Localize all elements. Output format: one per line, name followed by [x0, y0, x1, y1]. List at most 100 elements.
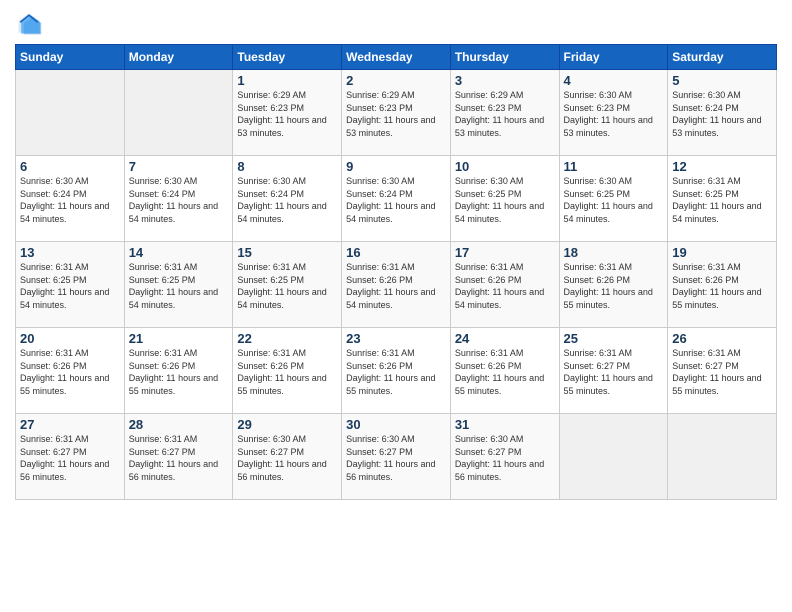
day-number: 3 — [455, 73, 555, 88]
day-cell: 6Sunrise: 6:30 AM Sunset: 6:24 PM Daylig… — [16, 156, 125, 242]
day-number: 12 — [672, 159, 772, 174]
day-info: Sunrise: 6:30 AM Sunset: 6:24 PM Dayligh… — [346, 175, 446, 225]
day-number: 30 — [346, 417, 446, 432]
day-info: Sunrise: 6:31 AM Sunset: 6:26 PM Dayligh… — [564, 261, 664, 311]
day-cell: 29Sunrise: 6:30 AM Sunset: 6:27 PM Dayli… — [233, 414, 342, 500]
week-row-4: 20Sunrise: 6:31 AM Sunset: 6:26 PM Dayli… — [16, 328, 777, 414]
day-info: Sunrise: 6:30 AM Sunset: 6:27 PM Dayligh… — [237, 433, 337, 483]
day-info: Sunrise: 6:31 AM Sunset: 6:26 PM Dayligh… — [346, 347, 446, 397]
day-info: Sunrise: 6:31 AM Sunset: 6:26 PM Dayligh… — [346, 261, 446, 311]
day-cell: 23Sunrise: 6:31 AM Sunset: 6:26 PM Dayli… — [342, 328, 451, 414]
day-number: 23 — [346, 331, 446, 346]
day-info: Sunrise: 6:30 AM Sunset: 6:27 PM Dayligh… — [346, 433, 446, 483]
day-info: Sunrise: 6:30 AM Sunset: 6:27 PM Dayligh… — [455, 433, 555, 483]
day-number: 6 — [20, 159, 120, 174]
day-info: Sunrise: 6:31 AM Sunset: 6:27 PM Dayligh… — [564, 347, 664, 397]
day-info: Sunrise: 6:31 AM Sunset: 6:27 PM Dayligh… — [20, 433, 120, 483]
week-row-2: 6Sunrise: 6:30 AM Sunset: 6:24 PM Daylig… — [16, 156, 777, 242]
col-header-tuesday: Tuesday — [233, 45, 342, 70]
day-cell: 28Sunrise: 6:31 AM Sunset: 6:27 PM Dayli… — [124, 414, 233, 500]
week-row-5: 27Sunrise: 6:31 AM Sunset: 6:27 PM Dayli… — [16, 414, 777, 500]
day-cell: 1Sunrise: 6:29 AM Sunset: 6:23 PM Daylig… — [233, 70, 342, 156]
day-number: 1 — [237, 73, 337, 88]
day-cell: 27Sunrise: 6:31 AM Sunset: 6:27 PM Dayli… — [16, 414, 125, 500]
day-cell: 8Sunrise: 6:30 AM Sunset: 6:24 PM Daylig… — [233, 156, 342, 242]
week-row-3: 13Sunrise: 6:31 AM Sunset: 6:25 PM Dayli… — [16, 242, 777, 328]
day-cell: 7Sunrise: 6:30 AM Sunset: 6:24 PM Daylig… — [124, 156, 233, 242]
day-number: 16 — [346, 245, 446, 260]
logo — [15, 10, 47, 38]
day-number: 29 — [237, 417, 337, 432]
day-info: Sunrise: 6:31 AM Sunset: 6:26 PM Dayligh… — [455, 347, 555, 397]
day-info: Sunrise: 6:31 AM Sunset: 6:27 PM Dayligh… — [129, 433, 229, 483]
day-cell: 15Sunrise: 6:31 AM Sunset: 6:25 PM Dayli… — [233, 242, 342, 328]
col-header-friday: Friday — [559, 45, 668, 70]
day-number: 24 — [455, 331, 555, 346]
col-header-sunday: Sunday — [16, 45, 125, 70]
day-cell: 22Sunrise: 6:31 AM Sunset: 6:26 PM Dayli… — [233, 328, 342, 414]
day-number: 31 — [455, 417, 555, 432]
header-row: SundayMondayTuesdayWednesdayThursdayFrid… — [16, 45, 777, 70]
day-cell: 31Sunrise: 6:30 AM Sunset: 6:27 PM Dayli… — [450, 414, 559, 500]
day-cell: 12Sunrise: 6:31 AM Sunset: 6:25 PM Dayli… — [668, 156, 777, 242]
day-info: Sunrise: 6:29 AM Sunset: 6:23 PM Dayligh… — [455, 89, 555, 139]
day-cell: 26Sunrise: 6:31 AM Sunset: 6:27 PM Dayli… — [668, 328, 777, 414]
day-info: Sunrise: 6:29 AM Sunset: 6:23 PM Dayligh… — [237, 89, 337, 139]
day-cell — [16, 70, 125, 156]
day-number: 18 — [564, 245, 664, 260]
day-cell: 17Sunrise: 6:31 AM Sunset: 6:26 PM Dayli… — [450, 242, 559, 328]
day-number: 22 — [237, 331, 337, 346]
day-info: Sunrise: 6:31 AM Sunset: 6:26 PM Dayligh… — [672, 261, 772, 311]
day-number: 8 — [237, 159, 337, 174]
day-cell: 16Sunrise: 6:31 AM Sunset: 6:26 PM Dayli… — [342, 242, 451, 328]
day-info: Sunrise: 6:30 AM Sunset: 6:24 PM Dayligh… — [672, 89, 772, 139]
day-number: 11 — [564, 159, 664, 174]
day-number: 9 — [346, 159, 446, 174]
col-header-thursday: Thursday — [450, 45, 559, 70]
day-number: 19 — [672, 245, 772, 260]
day-cell: 25Sunrise: 6:31 AM Sunset: 6:27 PM Dayli… — [559, 328, 668, 414]
day-info: Sunrise: 6:31 AM Sunset: 6:26 PM Dayligh… — [455, 261, 555, 311]
day-number: 7 — [129, 159, 229, 174]
day-cell: 4Sunrise: 6:30 AM Sunset: 6:23 PM Daylig… — [559, 70, 668, 156]
header — [15, 10, 777, 38]
day-cell: 20Sunrise: 6:31 AM Sunset: 6:26 PM Dayli… — [16, 328, 125, 414]
day-info: Sunrise: 6:31 AM Sunset: 6:26 PM Dayligh… — [237, 347, 337, 397]
day-info: Sunrise: 6:29 AM Sunset: 6:23 PM Dayligh… — [346, 89, 446, 139]
day-cell: 19Sunrise: 6:31 AM Sunset: 6:26 PM Dayli… — [668, 242, 777, 328]
day-cell: 24Sunrise: 6:31 AM Sunset: 6:26 PM Dayli… — [450, 328, 559, 414]
day-info: Sunrise: 6:30 AM Sunset: 6:24 PM Dayligh… — [20, 175, 120, 225]
calendar-table: SundayMondayTuesdayWednesdayThursdayFrid… — [15, 44, 777, 500]
col-header-monday: Monday — [124, 45, 233, 70]
day-number: 15 — [237, 245, 337, 260]
day-info: Sunrise: 6:31 AM Sunset: 6:26 PM Dayligh… — [129, 347, 229, 397]
day-number: 20 — [20, 331, 120, 346]
day-number: 4 — [564, 73, 664, 88]
day-number: 2 — [346, 73, 446, 88]
day-number: 26 — [672, 331, 772, 346]
day-cell: 3Sunrise: 6:29 AM Sunset: 6:23 PM Daylig… — [450, 70, 559, 156]
day-cell: 5Sunrise: 6:30 AM Sunset: 6:24 PM Daylig… — [668, 70, 777, 156]
day-cell: 14Sunrise: 6:31 AM Sunset: 6:25 PM Dayli… — [124, 242, 233, 328]
day-info: Sunrise: 6:30 AM Sunset: 6:24 PM Dayligh… — [129, 175, 229, 225]
day-cell: 9Sunrise: 6:30 AM Sunset: 6:24 PM Daylig… — [342, 156, 451, 242]
day-cell: 30Sunrise: 6:30 AM Sunset: 6:27 PM Dayli… — [342, 414, 451, 500]
day-number: 13 — [20, 245, 120, 260]
day-cell: 11Sunrise: 6:30 AM Sunset: 6:25 PM Dayli… — [559, 156, 668, 242]
week-row-1: 1Sunrise: 6:29 AM Sunset: 6:23 PM Daylig… — [16, 70, 777, 156]
day-info: Sunrise: 6:30 AM Sunset: 6:25 PM Dayligh… — [455, 175, 555, 225]
day-info: Sunrise: 6:31 AM Sunset: 6:26 PM Dayligh… — [20, 347, 120, 397]
day-number: 28 — [129, 417, 229, 432]
day-cell — [124, 70, 233, 156]
day-number: 25 — [564, 331, 664, 346]
day-number: 27 — [20, 417, 120, 432]
day-info: Sunrise: 6:30 AM Sunset: 6:24 PM Dayligh… — [237, 175, 337, 225]
day-cell — [668, 414, 777, 500]
day-info: Sunrise: 6:30 AM Sunset: 6:25 PM Dayligh… — [564, 175, 664, 225]
day-info: Sunrise: 6:31 AM Sunset: 6:25 PM Dayligh… — [20, 261, 120, 311]
day-info: Sunrise: 6:31 AM Sunset: 6:27 PM Dayligh… — [672, 347, 772, 397]
day-info: Sunrise: 6:31 AM Sunset: 6:25 PM Dayligh… — [237, 261, 337, 311]
day-info: Sunrise: 6:31 AM Sunset: 6:25 PM Dayligh… — [129, 261, 229, 311]
day-number: 10 — [455, 159, 555, 174]
calendar-page: SundayMondayTuesdayWednesdayThursdayFrid… — [0, 0, 792, 612]
